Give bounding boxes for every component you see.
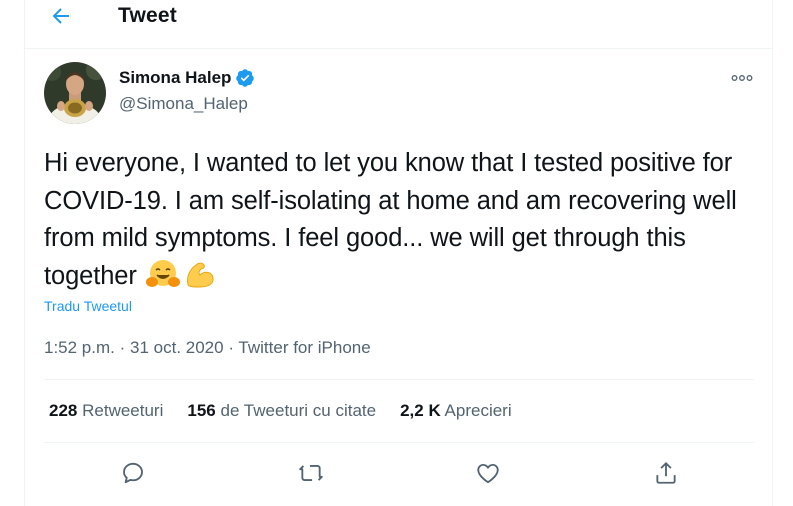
quotes-stat[interactable]: 156 de Tweeturi cu citate — [187, 401, 376, 421]
flexed-biceps-emoji — [182, 259, 216, 289]
meta-separator: · — [228, 338, 234, 357]
reply-icon — [123, 462, 143, 484]
header: Tweet — [25, 0, 772, 49]
tweet-date[interactable]: 31 oct. 2020 — [130, 338, 224, 357]
meta-separator: · — [119, 338, 126, 357]
retweet-icon — [299, 465, 323, 481]
like-button[interactable] — [473, 458, 503, 488]
share-button[interactable] — [651, 458, 681, 488]
share-icon — [656, 462, 676, 484]
tweet-meta: 1:52 p.m. · 31 oct. 2020 · Twitter for i… — [44, 338, 371, 358]
more-options-button[interactable] — [730, 68, 754, 88]
tweet-source[interactable]: Twitter for iPhone — [238, 338, 370, 357]
quotes-count: 156 — [187, 401, 216, 420]
author-name[interactable]: Simona Halep — [119, 68, 255, 88]
divider — [44, 442, 754, 443]
quotes-label: de Tweeturi cu citate — [220, 401, 377, 420]
retweets-label: Retweeturi — [82, 401, 164, 420]
retweet-button[interactable] — [296, 458, 326, 488]
tweet-column: Tweet Simona Halep @Simona_Halep Hi ever… — [24, 0, 773, 506]
avatar[interactable] — [44, 62, 106, 124]
reply-button[interactable] — [118, 458, 148, 488]
page-title: Tweet — [118, 4, 177, 27]
tweet-time[interactable]: 1:52 p.m. — [44, 338, 115, 357]
like-icon — [477, 463, 499, 484]
divider — [44, 379, 754, 380]
translate-link[interactable]: Tradu Tweetul — [44, 298, 132, 314]
tweet-actions — [25, 458, 772, 488]
author-name-text: Simona Halep — [119, 68, 232, 87]
likes-label: Aprecieri — [444, 401, 512, 420]
arrow-left-icon — [52, 8, 69, 24]
tweet-stats: 228 Retweeturi 156 de Tweeturi cu citate… — [49, 401, 536, 421]
retweets-count: 228 — [49, 401, 78, 420]
avatar-photo — [44, 62, 106, 124]
more-options-icon — [731, 75, 753, 81]
retweets-stat[interactable]: 228 Retweeturi — [49, 401, 163, 421]
likes-count: 2,2 K — [400, 401, 441, 420]
back-button[interactable] — [47, 2, 75, 30]
hugging-face-emoji — [145, 259, 180, 289]
author-handle[interactable]: @Simona_Halep — [119, 94, 248, 114]
verified-badge-icon — [235, 68, 255, 88]
likes-stat[interactable]: 2,2 K Aprecieri — [400, 401, 512, 421]
tweet-text: Hi everyone, I wanted to let you know th… — [44, 145, 754, 295]
